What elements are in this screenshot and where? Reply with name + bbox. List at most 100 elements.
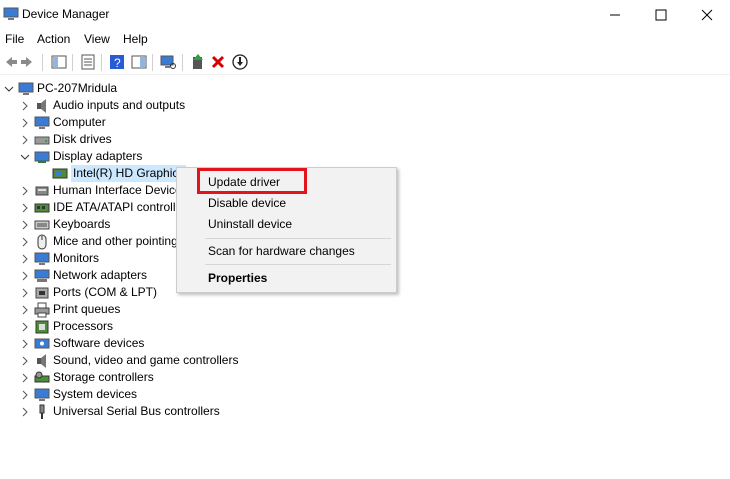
computer-icon (18, 82, 34, 95)
menu-file[interactable]: File (5, 32, 24, 46)
chevron-right-icon[interactable] (20, 305, 30, 315)
category-label: Monitors (53, 251, 100, 265)
window-title: Device Manager (22, 7, 110, 21)
tree-category-display-adapters[interactable]: Display adapters (20, 148, 142, 165)
tree-category-mice[interactable]: Mice and other pointing (20, 233, 178, 250)
minimize-button[interactable] (592, 0, 638, 30)
chevron-down-icon[interactable] (20, 152, 30, 162)
software-device-icon (34, 338, 50, 348)
network-adapter-icon (34, 269, 50, 282)
close-button[interactable] (684, 0, 730, 30)
toolbar-separator (152, 54, 153, 71)
back-arrow-icon[interactable] (2, 54, 18, 70)
tree-category-monitors[interactable]: Monitors (20, 250, 99, 267)
highlight-box (197, 168, 307, 194)
menu-separator (205, 264, 391, 265)
help-icon[interactable]: ? (109, 54, 125, 70)
menu-item-scan-hardware[interactable]: Scan for hardware changes (208, 244, 355, 258)
tree-category-hid[interactable]: Human Interface Device (20, 182, 182, 199)
tree-category-ide[interactable]: IDE ATA/ATAPI controller (20, 199, 186, 216)
category-label: Mice and other pointing (53, 234, 178, 248)
port-icon (35, 287, 49, 298)
device-manager-icon (3, 7, 19, 20)
category-label: IDE ATA/ATAPI controller (53, 200, 187, 214)
tree-category-network[interactable]: Network adapters (20, 267, 147, 284)
chevron-right-icon[interactable] (20, 237, 30, 247)
chevron-right-icon[interactable] (20, 186, 30, 196)
menu-view[interactable]: View (84, 32, 110, 46)
toolbar-separator (72, 54, 73, 71)
disable-icon[interactable] (232, 54, 248, 70)
keyboard-icon (34, 220, 50, 229)
tree-category-disk-drives[interactable]: Disk drives (20, 131, 112, 148)
chevron-right-icon[interactable] (20, 339, 30, 349)
chevron-right-icon[interactable] (20, 407, 30, 417)
category-label: Audio inputs and outputs (53, 98, 186, 112)
tree-category-usb[interactable]: Universal Serial Bus controllers (20, 403, 220, 420)
chevron-right-icon[interactable] (20, 390, 30, 400)
tree-category-audio[interactable]: Audio inputs and outputs (20, 97, 185, 114)
category-label: System devices (53, 387, 138, 401)
tree-category-system-devices[interactable]: System devices (20, 386, 137, 403)
scan-hardware-icon[interactable] (160, 54, 176, 70)
device-label: Intel(R) HD Graphics (71, 165, 187, 182)
chevron-right-icon[interactable] (20, 220, 30, 230)
tree-category-storage[interactable]: Storage controllers (20, 369, 154, 386)
category-label: Software devices (53, 336, 145, 350)
tree-category-computer[interactable]: Computer (20, 114, 106, 131)
graphics-card-icon (52, 168, 68, 178)
toolbar: ? (0, 51, 730, 75)
chevron-right-icon[interactable] (20, 271, 30, 281)
tree-category-keyboards[interactable]: Keyboards (20, 216, 110, 233)
close-icon (701, 9, 713, 21)
computer-icon (34, 116, 50, 129)
minimize-icon (610, 14, 620, 16)
processor-icon (35, 320, 49, 333)
category-label: Network adapters (53, 268, 148, 282)
uninstall-icon[interactable] (210, 54, 226, 70)
menu-item-properties[interactable]: Properties (208, 271, 267, 285)
category-label: Disk drives (53, 132, 112, 146)
chevron-right-icon[interactable] (20, 356, 30, 366)
chevron-down-icon[interactable] (4, 84, 14, 94)
category-label: Computer (53, 115, 106, 129)
action-pane-icon[interactable] (131, 54, 147, 70)
chevron-right-icon[interactable] (20, 118, 30, 128)
tree-category-software-devices[interactable]: Software devices (20, 335, 144, 352)
usb-icon (39, 404, 45, 419)
properties-icon[interactable] (80, 54, 96, 70)
chevron-right-icon[interactable] (20, 203, 30, 213)
chevron-right-icon[interactable] (20, 288, 30, 298)
menu-help[interactable]: Help (123, 32, 148, 46)
title-bar: Device Manager (0, 0, 730, 30)
chevron-right-icon[interactable] (20, 322, 30, 332)
category-label: Universal Serial Bus controllers (53, 404, 220, 418)
system-device-icon (34, 388, 50, 401)
chevron-right-icon[interactable] (20, 101, 30, 111)
toolbar-separator (101, 54, 102, 71)
category-label: Print queues (53, 302, 121, 316)
tree-root-label: PC-207Mridula (37, 81, 118, 95)
tree-category-print-queues[interactable]: Print queues (20, 301, 120, 318)
forward-arrow-icon[interactable] (20, 54, 36, 70)
category-label: Processors (53, 319, 114, 333)
tree-category-ports[interactable]: Ports (COM & LPT) (20, 284, 157, 301)
tree-category-sound[interactable]: Sound, video and game controllers (20, 352, 238, 369)
menu-action[interactable]: Action (37, 32, 70, 46)
tree-root[interactable]: PC-207Mridula (4, 80, 117, 97)
tree-category-processors[interactable]: Processors (20, 318, 113, 335)
category-label: Ports (COM & LPT) (53, 285, 158, 299)
storage-controller-icon (34, 371, 50, 382)
speaker-icon (37, 98, 46, 113)
show-hide-console-tree-icon[interactable] (51, 54, 67, 70)
chevron-right-icon[interactable] (20, 254, 30, 264)
printer-icon (34, 302, 50, 317)
tree-device-intel-hd-graphics[interactable]: Intel(R) HD Graphics (52, 165, 187, 182)
svg-text:?: ? (114, 56, 121, 70)
chevron-right-icon[interactable] (20, 373, 30, 383)
chevron-right-icon[interactable] (20, 135, 30, 145)
update-driver-icon[interactable] (190, 54, 206, 70)
maximize-button[interactable] (638, 0, 684, 30)
menu-item-uninstall-device[interactable]: Uninstall device (208, 217, 292, 231)
menu-item-disable-device[interactable]: Disable device (208, 196, 286, 210)
